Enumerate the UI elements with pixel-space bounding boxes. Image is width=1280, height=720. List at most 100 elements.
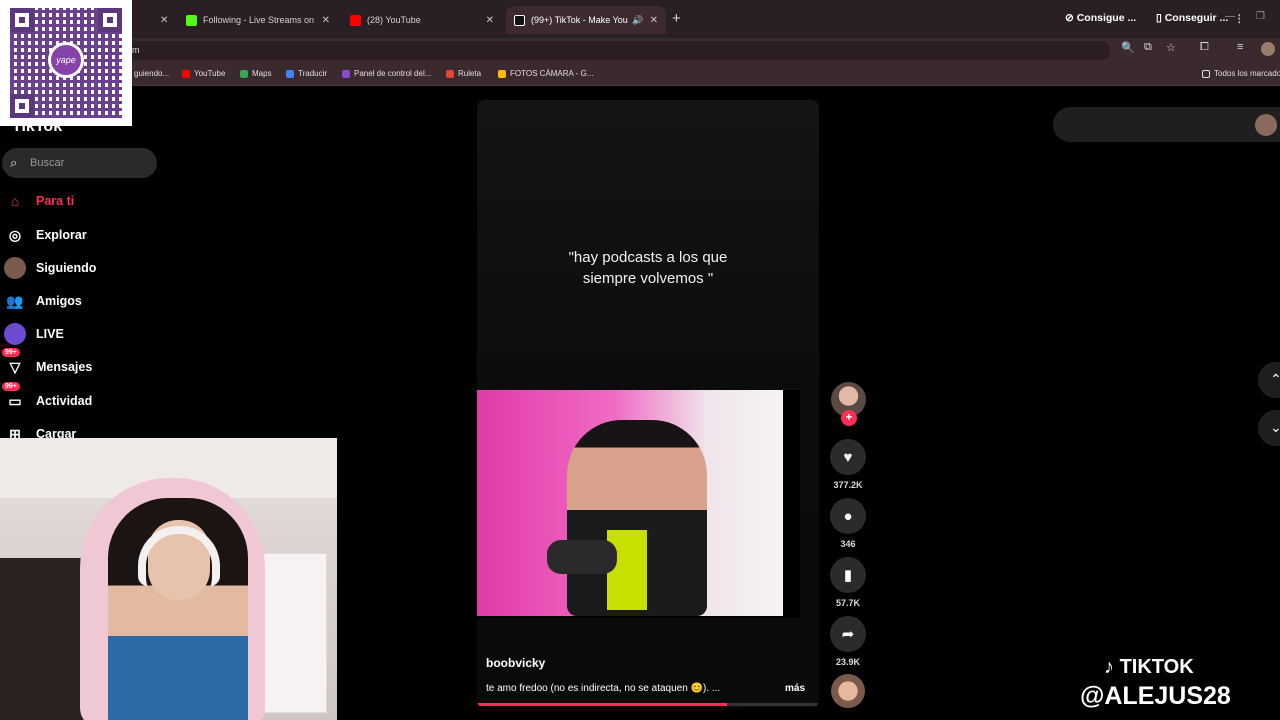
video-player[interactable]: "hay podcasts a los que siempre volvemos… (477, 100, 819, 708)
activity-icon: ▭ 99+ (2, 382, 26, 412)
drive-icon (498, 69, 506, 78)
bookmark-item[interactable]: Panel de control del... (342, 69, 431, 78)
close-tab-icon[interactable]: ✕ (160, 15, 168, 26)
all-bookmarks[interactable]: Todos los marcadores (1202, 69, 1280, 78)
sidebar-item-actividad[interactable]: ▭ 99+ Actividad (2, 382, 93, 412)
video-progress-bar[interactable] (477, 703, 819, 706)
translate-icon (286, 69, 294, 78)
follow-button[interactable]: + (841, 410, 857, 426)
pill-label: Conseguir ... (1164, 12, 1229, 24)
quote-line: "hay podcasts a los que (568, 249, 728, 266)
messages-icon: ▽ 99+ (2, 348, 26, 378)
sidebar-item-label: Siguiendo (36, 261, 97, 275)
sidebar-item-label: Para ti (36, 194, 75, 208)
bookmark-icon: ▮ (843, 567, 853, 584)
more-button[interactable]: más (785, 683, 805, 694)
search-input[interactable]: ⌕ Buscar (2, 148, 157, 178)
restore-icon[interactable]: ❐ (1256, 11, 1265, 22)
youtube-icon (350, 14, 361, 26)
install-icon[interactable]: ⧉ (1144, 41, 1152, 54)
comment-count: 346 (840, 539, 856, 549)
messages-badge: 99+ (2, 348, 20, 357)
tab-title: Following - Live Streams on Kick (203, 15, 316, 25)
browser-tab[interactable]: (28) YouTube ✕ (342, 6, 502, 34)
zoom-icon[interactable]: 🔍 (1121, 41, 1135, 54)
sidebar-item-mensajes[interactable]: ▽ 99+ Mensajes (2, 348, 93, 378)
following-icon (4, 257, 26, 279)
get-app-button[interactable]: ▯ Conseguir ... (1156, 12, 1228, 24)
browser-tab[interactable]: Following - Live Streams on Kick ✕ (178, 6, 338, 34)
sidebar-item-live[interactable]: LIVE (4, 323, 64, 345)
share-count: 23.9K (835, 657, 861, 667)
share-button[interactable]: ➦ (830, 616, 866, 652)
star-icon[interactable]: ☆ (1166, 41, 1176, 54)
bookmark-label: YouTube (194, 69, 226, 78)
like-count: 377.2K (833, 480, 863, 490)
sidebar-item-label: Actividad (36, 394, 93, 408)
heart-icon: ♥ (843, 448, 853, 466)
qr-code: yape (0, 0, 132, 126)
overlay-handle: @ALEJUS28 (1080, 682, 1231, 710)
media-icon[interactable]: ≡ (1237, 41, 1243, 53)
previous-video-button[interactable]: ⌃ (1258, 362, 1280, 398)
bookmark-item[interactable]: YouTube (182, 69, 225, 78)
tiktok-icon (514, 14, 525, 26)
folder-icon (1202, 69, 1210, 78)
sidebar-item-para-ti[interactable]: ⌂ Para ti (4, 190, 74, 212)
kick-icon (186, 14, 197, 26)
tiktok-icon: ♪ (1104, 656, 1114, 678)
video-caption: te amo fredoo (no es indirecta, no se at… (486, 683, 721, 694)
search-placeholder: Buscar (30, 157, 65, 169)
bookmark-label: Panel de control del... (354, 69, 432, 78)
microphone (547, 540, 617, 574)
friends-icon: 👥 (6, 292, 24, 309)
search-icon: ⌕ (10, 155, 18, 170)
yape-logo: yape (48, 42, 84, 78)
google-icon (446, 69, 454, 78)
url-field[interactable]: m (0, 41, 1110, 60)
sidebar-item-label: Mensajes (36, 360, 93, 374)
close-tab-icon[interactable]: ✕ (486, 15, 494, 26)
sidebar-item-explorar[interactable]: ◎ Explorar (4, 224, 87, 246)
music-disc[interactable] (831, 674, 865, 708)
bookmark-item[interactable]: Maps (240, 69, 272, 78)
share-icon: ➦ (841, 626, 855, 643)
progress-fill (477, 703, 727, 706)
user-avatar[interactable] (1255, 114, 1277, 136)
browser-tab[interactable]: ✕ (132, 6, 176, 34)
profile-avatar[interactable] (1261, 42, 1275, 56)
bookmark-label: Todos los marcadores (1214, 69, 1280, 78)
bookmark-item[interactable]: guiendo... (134, 69, 169, 78)
embedded-video (477, 390, 800, 618)
browser-tab-active[interactable]: (99+) TikTok - Make Your Day 🔊 ✕ (506, 6, 666, 34)
bookmark-item[interactable]: FOTOS CÁMARA - G... (498, 69, 593, 78)
sidebar-item-label: Amigos (36, 294, 82, 308)
chevron-down-icon: ⌄ (1270, 419, 1280, 435)
bookmark-item[interactable]: Ruleta (446, 69, 481, 78)
bookmark-label: Ruleta (458, 69, 482, 78)
get-coins-button[interactable]: ⊘ Consigue ... (1065, 12, 1136, 24)
coin-icon: ⊘ (1065, 12, 1077, 24)
more-options-icon[interactable]: ⋮ (1234, 13, 1245, 25)
close-tab-icon[interactable]: ✕ (650, 15, 658, 26)
like-button[interactable]: ♥ (830, 439, 866, 475)
tab-title: (28) YouTube (367, 15, 421, 25)
close-tab-icon[interactable]: ✕ (322, 15, 330, 26)
pill-label: Consigue ... (1076, 12, 1137, 24)
sidebar-item-label: Explorar (36, 228, 87, 242)
speaker-icon[interactable]: 🔊 (632, 15, 643, 26)
sidebar-item-amigos[interactable]: 👥 Amigos (4, 290, 82, 312)
next-video-button[interactable]: ⌄ (1258, 410, 1280, 446)
top-right-actions (1053, 107, 1280, 142)
screen: ✕ Following - Live Streams on Kick ✕ (28… (0, 0, 1280, 720)
extensions-icon[interactable]: ⧠ (1200, 41, 1209, 54)
bookmark-item[interactable]: Traducir (286, 69, 327, 78)
bookmark-label: Traducir (298, 69, 328, 78)
live-icon (4, 323, 26, 345)
video-author[interactable]: boobvicky (486, 656, 545, 670)
save-button[interactable]: ▮ (830, 557, 866, 593)
sidebar-item-siguiendo[interactable]: Siguiendo (4, 257, 96, 279)
youtube-icon (182, 69, 190, 78)
comment-button[interactable]: ● (830, 498, 866, 534)
new-tab-button[interactable]: + (672, 10, 681, 27)
